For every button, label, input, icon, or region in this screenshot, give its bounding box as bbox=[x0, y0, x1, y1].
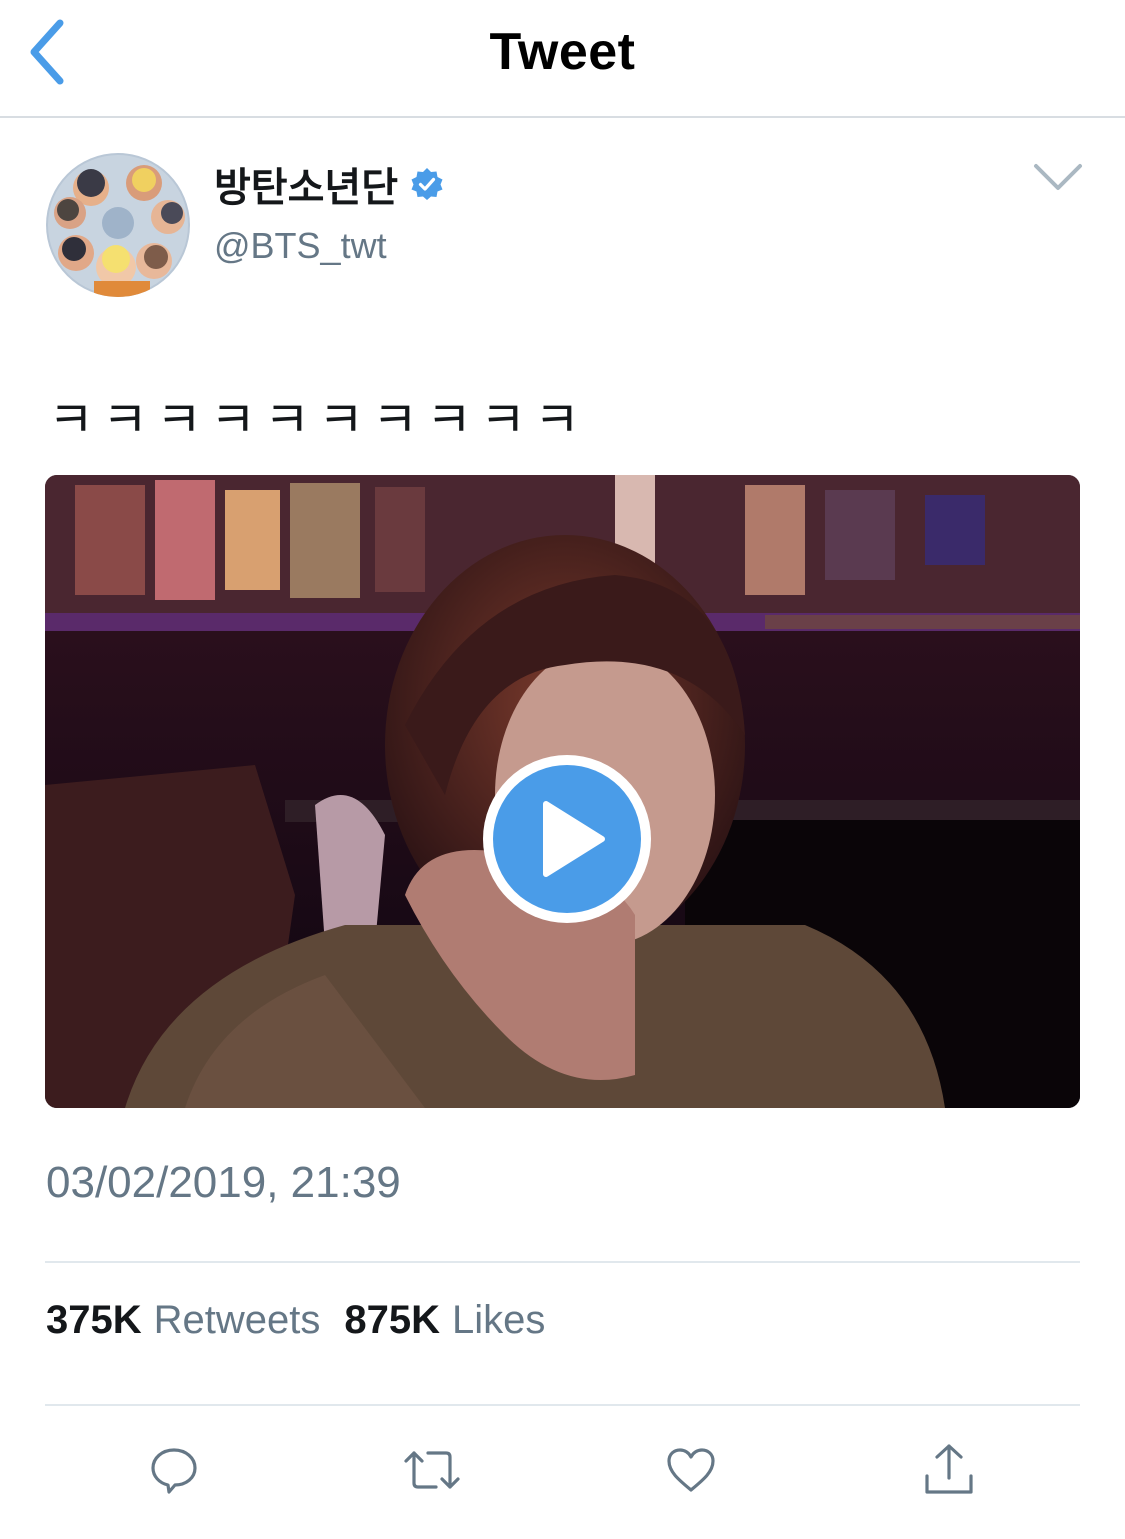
author-name[interactable]: 방탄소년단 bbox=[214, 155, 398, 213]
tweet-text: ㅋㅋㅋㅋㅋㅋㅋㅋㅋㅋ bbox=[48, 391, 588, 449]
retweet-icon bbox=[404, 1451, 460, 1489]
retweet-button[interactable] bbox=[402, 1440, 462, 1500]
avatar[interactable] bbox=[46, 153, 190, 297]
page-title: Tweet bbox=[489, 23, 636, 81]
tweet-timestamp: 03/02/2019, 21:39 bbox=[46, 1158, 401, 1207]
share-icon bbox=[925, 1444, 973, 1494]
verified-badge-icon bbox=[411, 168, 443, 200]
reply-button[interactable] bbox=[144, 1440, 204, 1500]
like-icon bbox=[667, 1448, 715, 1492]
like-button[interactable] bbox=[661, 1440, 721, 1500]
play-icon[interactable] bbox=[480, 752, 654, 926]
reply-icon bbox=[151, 1448, 197, 1494]
author-name-row: 방탄소년단 bbox=[214, 155, 444, 213]
tweet-stats: 375K Retweets 875K Likes bbox=[46, 1298, 569, 1343]
tweet-action-bar bbox=[0, 1430, 1125, 1510]
retweets-label[interactable]: Retweets bbox=[154, 1298, 321, 1343]
navigation-bar: Tweet bbox=[0, 0, 1125, 118]
divider bbox=[45, 1261, 1080, 1263]
divider bbox=[45, 1404, 1080, 1406]
likes-count[interactable]: 875K bbox=[344, 1298, 440, 1343]
share-button[interactable] bbox=[919, 1440, 979, 1500]
likes-label[interactable]: Likes bbox=[452, 1298, 545, 1343]
author-handle[interactable]: @BTS_twt bbox=[214, 225, 387, 267]
chevron-down-icon[interactable] bbox=[1030, 158, 1086, 198]
retweets-count[interactable]: 375K bbox=[46, 1298, 142, 1343]
